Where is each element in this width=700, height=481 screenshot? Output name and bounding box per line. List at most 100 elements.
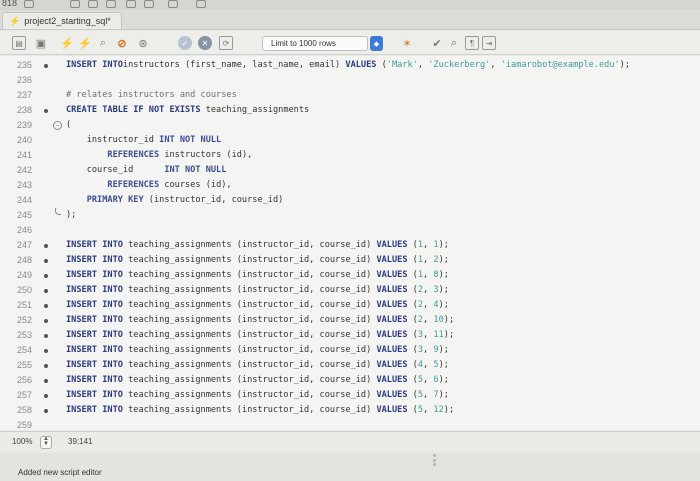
line-number: 251: [17, 300, 33, 310]
window-icon[interactable]: [196, 0, 206, 8]
code-token: (: [407, 255, 418, 265]
code-line[interactable]: 253 INSERT INTO teaching_assignments (ins…: [0, 328, 700, 343]
code-token: INSERT INTO: [66, 240, 123, 250]
code-token: instructors (id),: [159, 150, 253, 160]
code-token: );: [443, 330, 455, 340]
code-token: 12: [433, 405, 444, 415]
code-token: INSERT INTO: [66, 390, 123, 400]
code-line[interactable]: 258 INSERT INTO teaching_assignments (ins…: [0, 403, 700, 418]
code-token: ,: [423, 270, 434, 280]
code-text: PRIMARY KEY (instructor_id, course_id): [66, 193, 284, 208]
line-number: 255: [17, 360, 33, 370]
statement-marker-icon: [44, 244, 48, 248]
code-line[interactable]: 255 INSERT INTO teaching_assignments (ins…: [0, 358, 700, 373]
window-icon[interactable]: [88, 0, 98, 8]
code-line[interactable]: 256 INSERT INTO teaching_assignments (ins…: [0, 373, 700, 388]
code-token: (: [407, 345, 418, 355]
code-line[interactable]: 239 −(: [0, 118, 700, 133]
code-token: teaching_assignments (instructor_id, cou…: [122, 345, 377, 355]
code-text: INSERT INTO teaching_assignments (instru…: [66, 268, 449, 283]
code-token: (instructor_id, course_id): [143, 195, 284, 205]
invisible-chars-icon[interactable]: ¶: [465, 36, 479, 50]
code-line[interactable]: 257 INSERT INTO teaching_assignments (ins…: [0, 388, 700, 403]
code-line[interactable]: 243 REFERENCES courses (id),: [0, 178, 700, 193]
code-token: REFERENCES: [107, 150, 160, 160]
code-token: INSERT INTO: [66, 300, 123, 310]
window-icon[interactable]: [168, 0, 178, 8]
wrap-lines-icon[interactable]: ⇥: [482, 36, 496, 50]
code-token: teaching_assignments (instructor_id, cou…: [122, 255, 377, 265]
code-line[interactable]: 254 INSERT INTO teaching_assignments (ins…: [0, 343, 700, 358]
window-icon[interactable]: [106, 0, 116, 8]
statement-marker-icon: [44, 109, 48, 113]
line-number: 240: [17, 135, 33, 145]
line-number: 250: [17, 285, 33, 295]
beautify-icon[interactable]: ✶: [400, 36, 414, 50]
code-line[interactable]: 247 INSERT INTO teaching_assignments (ins…: [0, 238, 700, 253]
code-line[interactable]: 238 CREATE TABLE IF NOT EXISTS teaching_a…: [0, 103, 700, 118]
line-number: 249: [17, 270, 33, 280]
code-line[interactable]: 250 INSERT INTO teaching_assignments (ins…: [0, 283, 700, 298]
code-line[interactable]: 252 INSERT INTO teaching_assignments (ins…: [0, 313, 700, 328]
line-number: 257: [17, 390, 33, 400]
code-text: REFERENCES courses (id),: [66, 178, 231, 193]
sql-editor[interactable]: 235 INSERT INTOinstructors (first_name, l…: [0, 56, 700, 430]
code-line[interactable]: 242 course_id INT NOT NULL: [0, 163, 700, 178]
code-token: VALUES: [376, 345, 408, 355]
code-token: teaching_assignments (instructor_id, cou…: [122, 375, 377, 385]
code-line[interactable]: 245);: [0, 208, 700, 223]
toggle-continue-icon[interactable]: ⊛: [136, 36, 150, 50]
explain-icon[interactable]: ⌕: [96, 36, 110, 50]
code-token: (: [407, 375, 418, 385]
code-line[interactable]: 237 # relates instructors and courses: [0, 88, 700, 103]
code-text: REFERENCES instructors (id),: [66, 148, 252, 163]
rollback-icon[interactable]: ✕: [198, 36, 212, 50]
code-token: );: [438, 240, 449, 250]
code-line[interactable]: 241 REFERENCES instructors (id),: [0, 148, 700, 163]
code-token: INSERT INTO: [66, 270, 123, 280]
code-line[interactable]: 251 INSERT INTO teaching_assignments (ins…: [0, 298, 700, 313]
limit-dropdown-arrow-icon[interactable]: ◆: [370, 36, 383, 51]
code-line[interactable]: 244 PRIMARY KEY (instructor_id, course_i…: [0, 193, 700, 208]
fold-toggle-icon[interactable]: −: [53, 121, 62, 130]
line-number: 237: [17, 90, 33, 100]
code-text: course_id INT NOT NULL: [66, 163, 227, 178]
zoom-stepper[interactable]: ▲ ▼: [40, 436, 52, 449]
execute-current-icon[interactable]: ⚡: [78, 36, 92, 50]
code-token: );: [443, 405, 455, 415]
code-line[interactable]: 249 INSERT INTO teaching_assignments (ins…: [0, 268, 700, 283]
code-token: );: [438, 345, 449, 355]
code-text: INSERT INTO teaching_assignments (instru…: [66, 328, 454, 343]
code-token: ,: [423, 390, 434, 400]
line-number: 242: [17, 165, 33, 175]
code-token: (: [66, 120, 72, 130]
window-icon[interactable]: [126, 0, 136, 8]
limit-rows-select[interactable]: Limit to 1000 rows: [262, 36, 368, 51]
code-line[interactable]: 246: [0, 223, 700, 238]
window-icon[interactable]: [70, 0, 80, 8]
commit-icon[interactable]: ✓: [178, 36, 192, 50]
line-number: 243: [17, 180, 33, 190]
autocommit-icon[interactable]: ⟳: [219, 36, 233, 50]
code-token: (: [407, 330, 418, 340]
snippet-icon[interactable]: ✔: [430, 36, 444, 50]
open-file-icon[interactable]: ▤: [12, 36, 26, 50]
window-icon[interactable]: [24, 0, 34, 8]
execute-icon[interactable]: ⚡: [60, 36, 74, 50]
tab-project2-starting-sql[interactable]: ⚡ project2_starting_sql*: [2, 12, 122, 29]
code-token: VALUES: [376, 240, 408, 250]
code-line[interactable]: 248 INSERT INTO teaching_assignments (ins…: [0, 253, 700, 268]
code-line[interactable]: 236: [0, 73, 700, 88]
code-line[interactable]: 240 instructor_id INT NOT NULL: [0, 133, 700, 148]
code-line[interactable]: 235 INSERT INTOinstructors (first_name, l…: [0, 58, 700, 73]
stop-icon[interactable]: ⊘: [115, 36, 129, 50]
output-message: Added new script editor: [18, 468, 102, 477]
save-icon[interactable]: ▣: [34, 36, 48, 50]
panel-resize-handle[interactable]: [433, 454, 437, 466]
find-icon[interactable]: ⌕: [447, 36, 461, 50]
code-text: INSERT INTO teaching_assignments (instru…: [66, 358, 449, 373]
window-icon[interactable]: [144, 0, 154, 8]
line-number: 244: [17, 195, 33, 205]
code-token: (: [407, 270, 418, 280]
